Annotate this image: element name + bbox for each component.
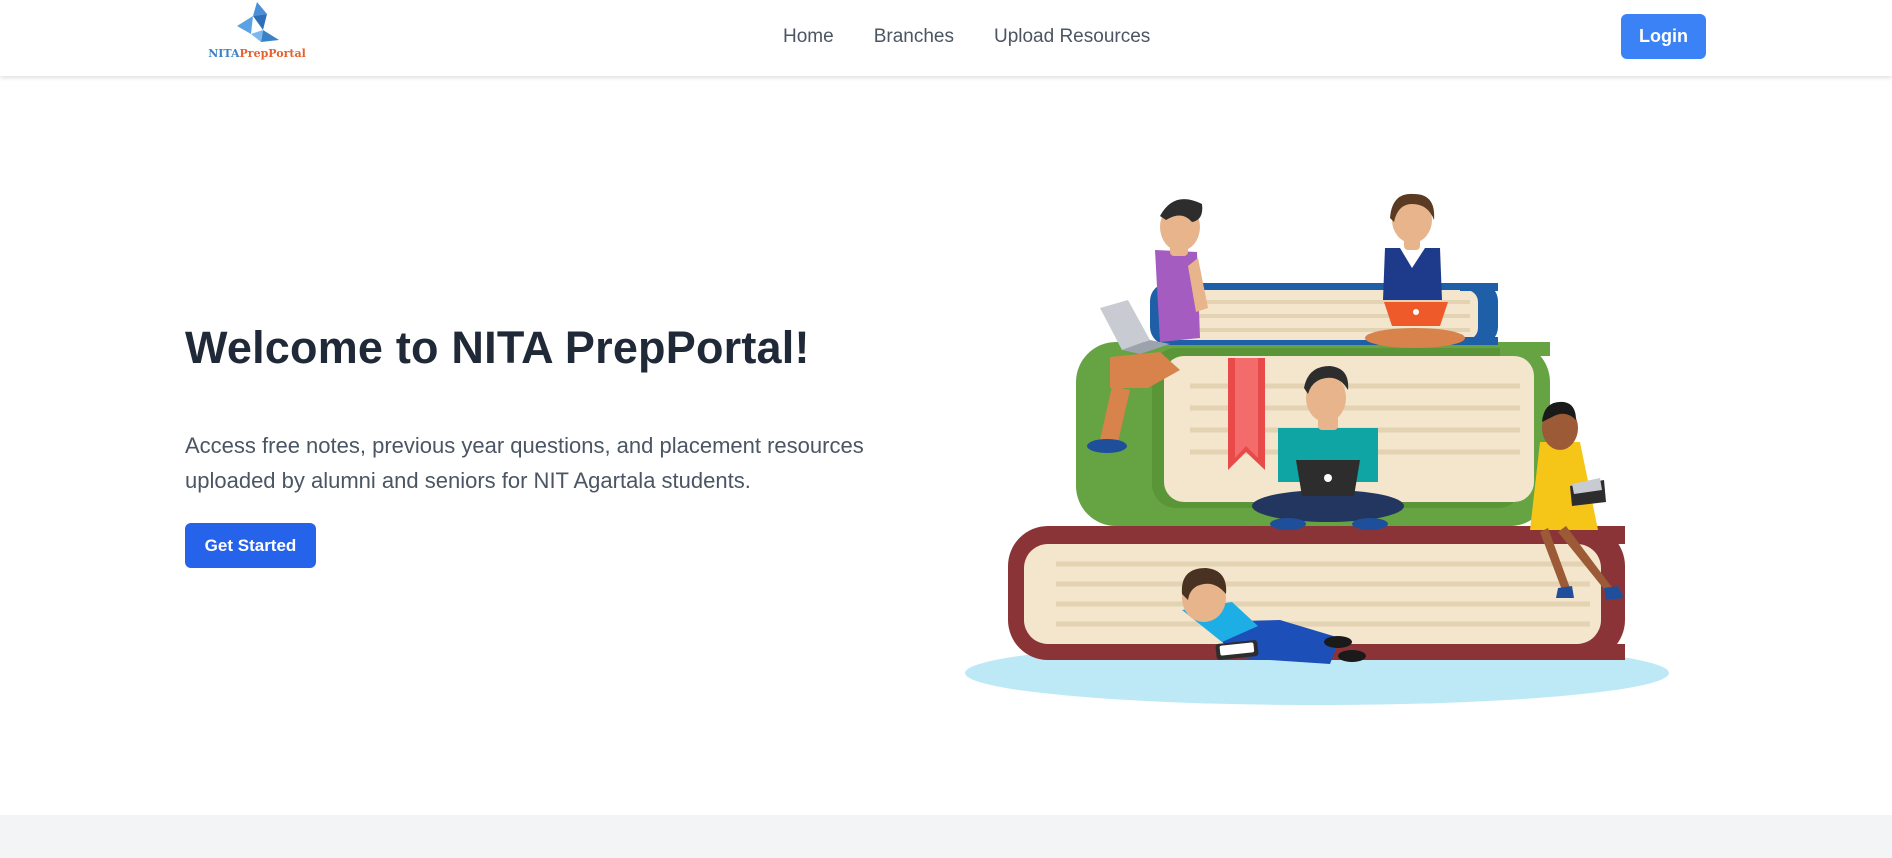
nav-link-branches[interactable]: Branches bbox=[874, 24, 954, 52]
logo-text-prepportal: PrepPortal bbox=[239, 47, 306, 60]
footer-band bbox=[0, 815, 1892, 858]
hero-description: Access free notes, previous year questio… bbox=[185, 433, 864, 493]
nav-link-home[interactable]: Home bbox=[783, 24, 834, 52]
hero-title: Welcome to NITA PrepPortal! bbox=[185, 322, 810, 373]
navbar: NITAPrepPortal Home Branches Upload Reso… bbox=[0, 0, 1892, 76]
students-studying-on-books-illustration bbox=[965, 193, 1669, 705]
login-button[interactable]: Login bbox=[1621, 14, 1706, 59]
main-nav: Home Branches Upload Resources bbox=[783, 24, 1150, 52]
logo-text: NITAPrepPortal bbox=[207, 47, 307, 60]
site-logo[interactable]: NITAPrepPortal bbox=[207, 0, 307, 66]
logo-text-nita: NITA bbox=[208, 47, 240, 60]
nav-link-upload-resources[interactable]: Upload Resources bbox=[994, 24, 1150, 52]
get-started-button[interactable]: Get Started bbox=[185, 523, 316, 568]
triangle-logo-icon bbox=[237, 2, 279, 42]
